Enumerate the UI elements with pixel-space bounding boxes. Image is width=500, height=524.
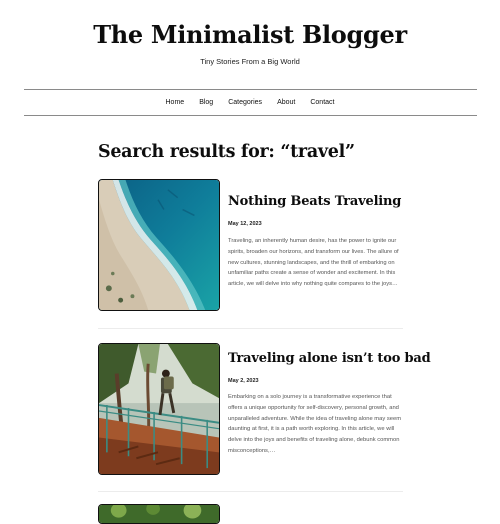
hiker-stairs-photo <box>99 344 219 474</box>
site-title[interactable]: The Minimalist Blogger <box>0 20 500 49</box>
post-2-title[interactable]: Traveling alone isn’t too bad <box>228 351 431 366</box>
post-2-thumbnail[interactable] <box>98 343 220 475</box>
post-divider <box>98 491 403 492</box>
post-2-date: May 2, 2023 <box>228 378 259 384</box>
post-1-thumbnail[interactable] <box>98 179 220 311</box>
forest-photo <box>99 505 219 523</box>
nav-bottom-divider <box>24 115 477 116</box>
post-1-excerpt: Traveling, an inherently human desire, h… <box>228 238 399 288</box>
nav-categories[interactable]: Categories <box>221 97 270 109</box>
coastline-aerial-photo <box>99 180 219 310</box>
nav-top-divider <box>24 89 477 90</box>
nav-contact[interactable]: Contact <box>303 97 342 109</box>
search-results-heading: Search results for: “travel” <box>98 142 355 162</box>
site-tagline: Tiny Stories From a Big World <box>200 57 300 66</box>
post-divider <box>98 328 403 329</box>
post-1-date: May 12, 2023 <box>228 221 262 227</box>
main-navigation: Home Blog Categories About Contact <box>0 97 500 109</box>
post-3-thumbnail[interactable] <box>98 504 220 524</box>
nav-blog[interactable]: Blog <box>192 97 221 109</box>
nav-about[interactable]: About <box>270 97 303 109</box>
nav-home[interactable]: Home <box>158 97 192 109</box>
post-2-excerpt: Embarking on a solo journey is a transfo… <box>228 394 402 454</box>
post-1-title[interactable]: Nothing Beats Traveling <box>228 194 401 209</box>
